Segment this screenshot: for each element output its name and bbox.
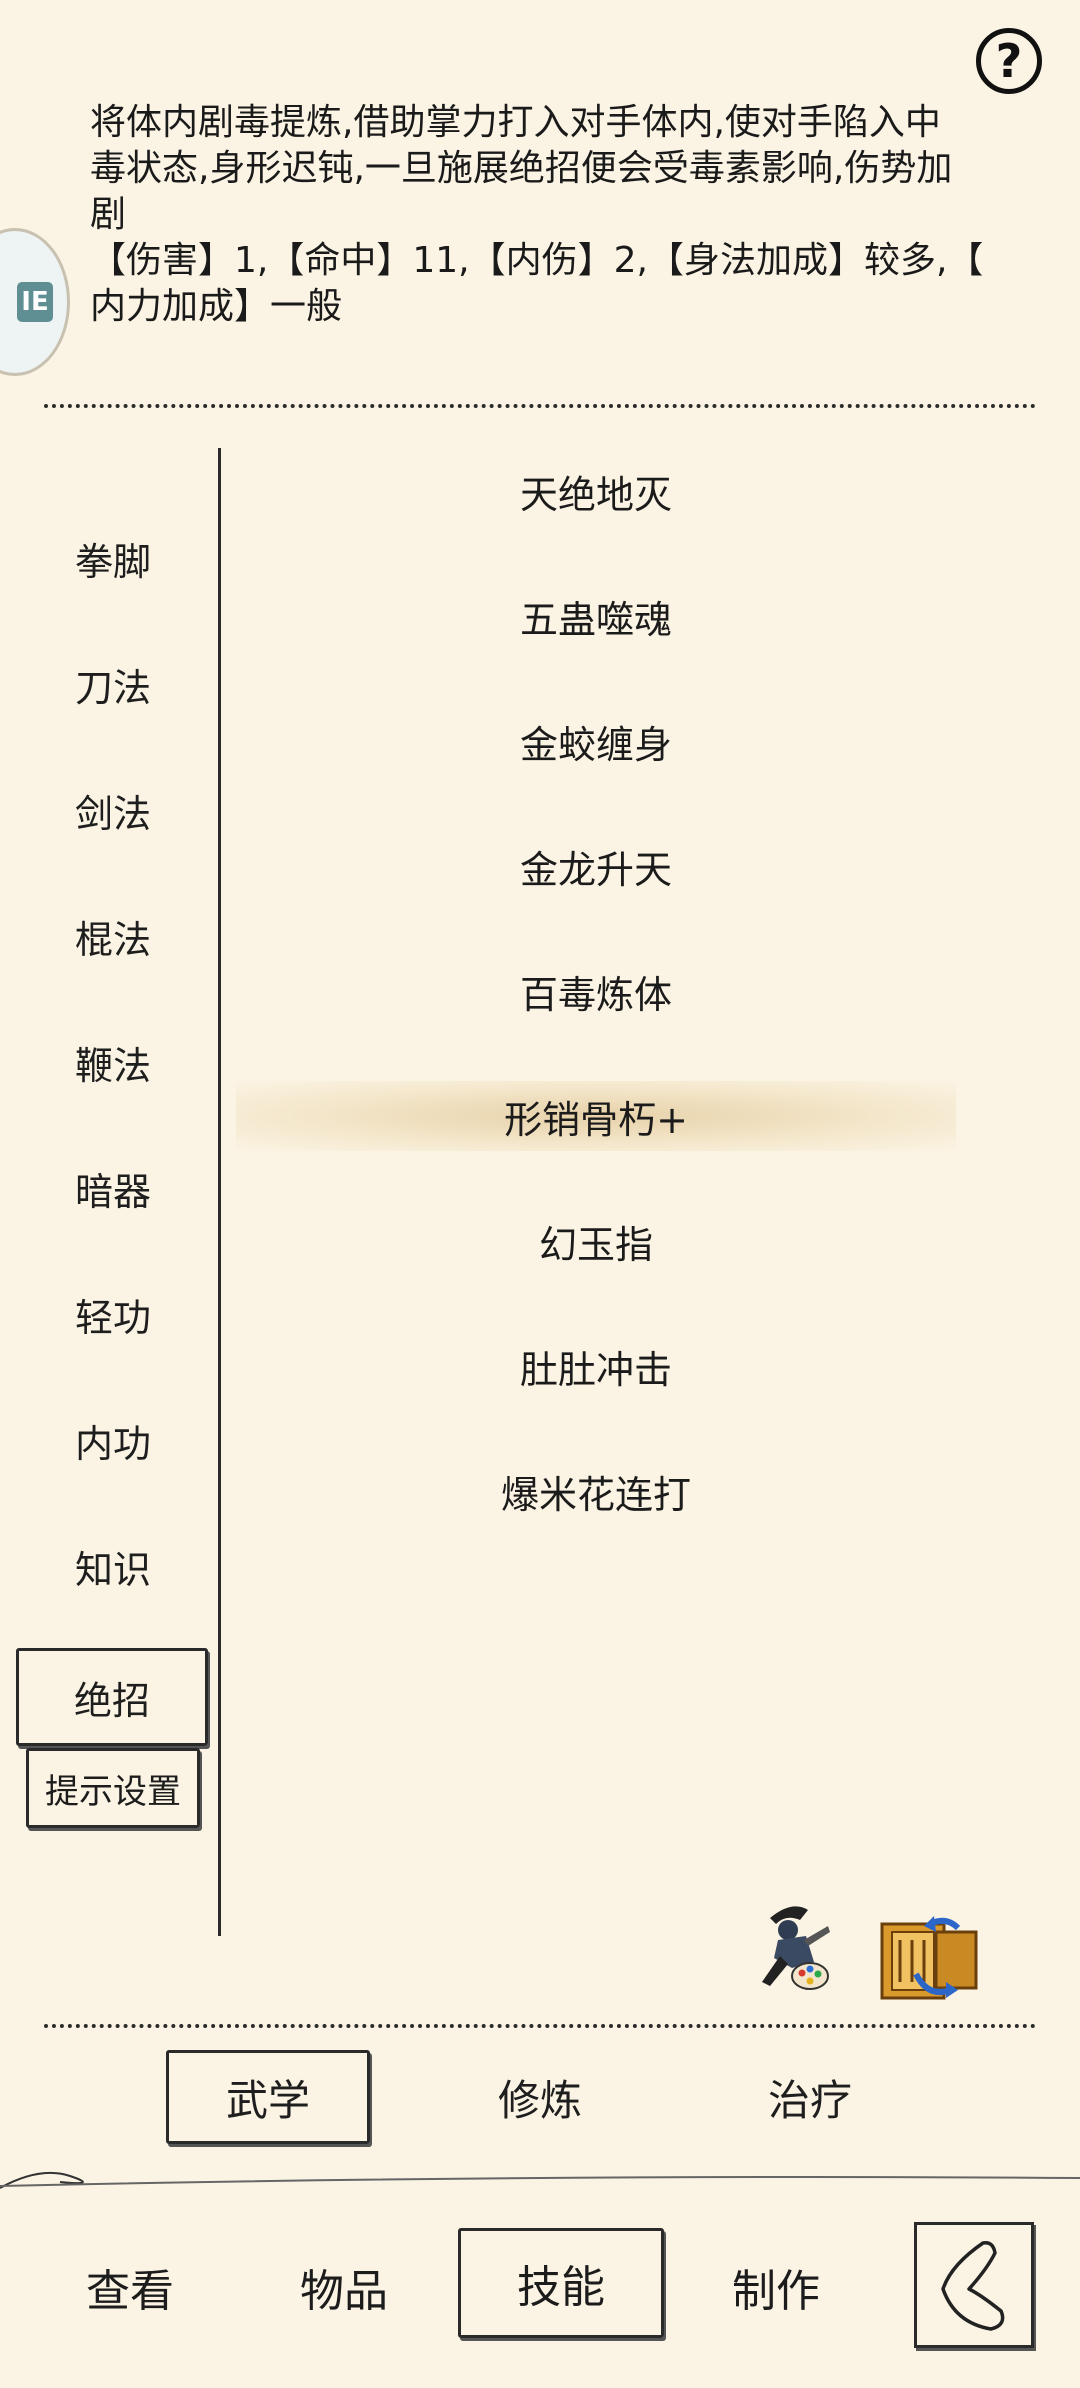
category-daofa[interactable]: 刀法 <box>28 644 198 724</box>
nav-jineng[interactable]: 技能 <box>458 2228 664 2338</box>
nav-wupin[interactable]: 物品 <box>254 2232 434 2342</box>
skill-description: 将体内剧毒提炼,借助掌力打入对手体内,使对手陷入中 毒状态,身形迟钝,一旦施展绝… <box>90 100 990 330</box>
tab-xiulian[interactable]: 修炼 <box>438 2050 642 2144</box>
description-line: 毒状态,身形迟钝,一旦施展绝招便会受毒素影响,伤势加 <box>90 148 953 189</box>
question-icon: ? <box>995 34 1023 88</box>
category-zhishi[interactable]: 知识 <box>28 1526 198 1606</box>
skill-stats: 【伤害】1,【命中】11,【内伤】2,【身法加成】较多,【 内力加成】一般 <box>90 238 990 330</box>
tab-wuxue[interactable]: 武学 <box>166 2050 370 2144</box>
bottom-dotted-divider <box>44 2024 1036 2028</box>
tip-settings-button[interactable]: 提示设置 <box>26 1748 200 1828</box>
nav-zhizuo[interactable]: 制作 <box>686 2232 866 2342</box>
description-line: 将体内剧毒提炼,借助掌力打入对手体内,使对手陷入中 <box>90 102 941 143</box>
nav-chakan[interactable]: 查看 <box>40 2232 220 2342</box>
category-juezhao[interactable]: 绝招 <box>16 1648 208 1746</box>
category-quanjiao[interactable]: 拳脚 <box>28 518 198 598</box>
skill-item[interactable]: 爆米花连打 <box>236 1456 956 1526</box>
skill-item[interactable]: 幻玉指 <box>236 1206 956 1276</box>
category-anqi[interactable]: 暗器 <box>28 1148 198 1228</box>
brush-wave-divider <box>0 2171 1080 2189</box>
vertical-divider <box>218 448 221 1936</box>
floating-side-badge[interactable]: IE <box>0 228 70 376</box>
category-neigong[interactable]: 内功 <box>28 1400 198 1480</box>
help-button[interactable]: ? <box>976 28 1042 94</box>
back-button[interactable] <box>914 2222 1034 2348</box>
category-jianfa[interactable]: 剑法 <box>28 770 198 850</box>
skill-item[interactable]: 金龙升天 <box>236 831 956 901</box>
top-dotted-divider <box>44 404 1036 408</box>
skill-item[interactable]: 天绝地灭 <box>236 456 956 526</box>
scroll-swap-icon[interactable] <box>876 1914 980 2004</box>
category-gunfa[interactable]: 棍法 <box>28 896 198 976</box>
description-line: 剧 <box>90 194 127 235</box>
category-bianfa[interactable]: 鞭法 <box>28 1022 198 1102</box>
stats-line: 【伤害】1,【命中】11,【内伤】2,【身法加成】较多,【 <box>90 240 984 281</box>
skill-item[interactable]: 金蛟缠身 <box>236 706 956 776</box>
skill-item-selected[interactable]: 形销骨朽+ <box>236 1081 956 1151</box>
skill-item[interactable]: 五蛊噬魂 <box>236 581 956 651</box>
ninja-painter-icon[interactable] <box>740 1896 840 1996</box>
back-arrow-icon <box>941 2240 1005 2331</box>
category-qinggong[interactable]: 轻功 <box>28 1274 198 1354</box>
tab-zhiliao[interactable]: 治疗 <box>708 2050 912 2144</box>
skill-item[interactable]: 百毒炼体 <box>236 956 956 1026</box>
stats-line: 内力加成】一般 <box>90 286 343 327</box>
app-shortcut-icon: IE <box>17 282 53 322</box>
skill-item[interactable]: 肚肚冲击 <box>236 1331 956 1401</box>
